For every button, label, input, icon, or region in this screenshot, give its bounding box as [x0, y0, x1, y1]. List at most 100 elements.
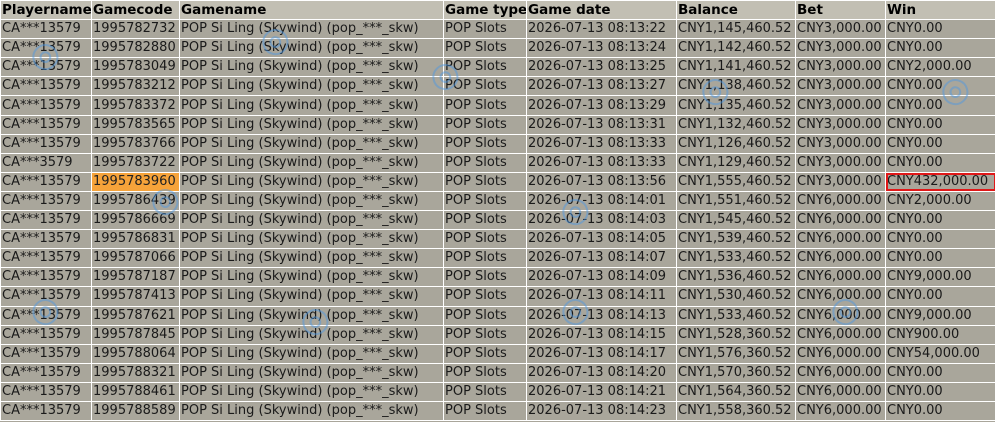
cell-gamecode: 1995782732 [92, 20, 179, 39]
cell-gamename: POP Si Ling (Skywind) (pop_***_skw) [180, 211, 443, 230]
table-row: CA***13579 1995782880 POP Si Ling (Skywind… [1, 39, 995, 58]
column-header-win: Win [886, 1, 995, 20]
cell-bet: CNY3,000.00 [796, 39, 885, 58]
cell-win: CNY2,000.00 [886, 191, 995, 211]
table-row: CA***13579 1995787066 POP Si Ling (Skywind… [1, 249, 995, 268]
cell-game-date: 2026-07-13 08:14:09 [527, 268, 676, 287]
cell-gamecode: 1995787845 [92, 325, 179, 344]
cell-playername: CA***13579 [1, 20, 91, 39]
cell-balance: CNY1,533,460.52 [677, 306, 795, 325]
cell-gamecode: 1995786831 [92, 230, 179, 249]
cell-game-date: 2026-07-13 08:13:33 [527, 134, 676, 153]
cell-bet: CNY3,000.00 [796, 134, 885, 153]
cell-balance: CNY1,570,360.52 [677, 363, 795, 382]
cell-win: CNY432,000.00 [886, 172, 995, 191]
cell-game-type: POP Slots [444, 58, 526, 77]
cell-playername: CA***13579 [1, 306, 91, 325]
cell-balance: CNY1,142,460.52 [677, 39, 795, 58]
cell-win: CNY0.00 [886, 287, 995, 306]
cell-gamecode: 1995783565 [92, 115, 179, 134]
cell-game-date: 2026-07-13 08:13:24 [527, 39, 676, 58]
table-row: CA***13579 1995788461 POP Si Ling (Skywind… [1, 382, 995, 401]
cell-game-date: 2026-07-13 08:14:21 [527, 382, 676, 401]
cell-bet: CNY3,000.00 [796, 172, 885, 191]
cell-playername: CA***3579 [1, 153, 91, 172]
cell-playername: CA***13579 [1, 134, 91, 153]
cell-game-date: 2026-07-13 08:14:07 [527, 249, 676, 268]
cell-playername: CA***13579 [1, 39, 91, 58]
cell-bet: CNY6,000.00 [796, 230, 885, 249]
cell-gamename: POP Si Ling (Skywind) (pop_***_skw) [180, 287, 443, 306]
cell-bet: CNY3,000.00 [796, 115, 885, 134]
cell-game-date: 2026-07-13 08:13:25 [527, 58, 676, 77]
table-row: CA***13579 1995787413 POP Si Ling (Skywind… [1, 287, 995, 306]
cell-playername: CA***13579 [1, 325, 91, 344]
cell-gamename: POP Si Ling (Skywind) (pop_***_skw) [180, 306, 443, 325]
cell-playername: CA***13579 [1, 77, 91, 96]
column-header-bet: Bet [796, 1, 885, 20]
table-row: CA***13579 1995786831 POP Si Ling (Skywind… [1, 230, 995, 249]
cell-gamecode: 1995788064 [92, 344, 179, 363]
cell-playername: CA***13579 [1, 249, 91, 268]
cell-gamename: POP Si Ling (Skywind) (pop_***_skw) [180, 230, 443, 249]
cell-win: CNY9,000.00 [886, 306, 995, 325]
cell-balance: CNY1,551,460.52 [677, 191, 795, 211]
cell-gamecode: 1995783049 [92, 58, 179, 77]
table-row: CA***13579 1995783049 POP Si Ling (Skywind… [1, 58, 995, 77]
cell-playername: CA***13579 [1, 58, 91, 77]
cell-game-type: POP Slots [444, 77, 526, 96]
cell-playername: CA***13579 [1, 211, 91, 230]
cell-gamecode: 1995783372 [92, 96, 179, 115]
cell-game-type: POP Slots [444, 153, 526, 172]
cell-game-type: POP Slots [444, 134, 526, 153]
cell-balance: CNY1,558,360.52 [677, 401, 795, 421]
cell-gamename: POP Si Ling (Skywind) (pop_***_skw) [180, 96, 443, 115]
cell-game-date: 2026-07-13 08:13:33 [527, 153, 676, 172]
column-header-game-date: Game date [527, 1, 676, 20]
cell-balance: CNY1,564,360.52 [677, 382, 795, 401]
table-row: CA***3579 1995783722 POP Si Ling (Skywind)… [1, 153, 995, 172]
table-row: CA***13579 1995786669 POP Si Ling (Skywind… [1, 211, 995, 230]
cell-bet: CNY6,000.00 [796, 287, 885, 306]
cell-bet: CNY6,000.00 [796, 306, 885, 325]
cell-playername: CA***13579 [1, 401, 91, 421]
cell-gamecode: 1995786669 [92, 211, 179, 230]
column-header-gamename: Gamename [180, 1, 443, 20]
cell-win: CNY0.00 [886, 363, 995, 382]
cell-win: CNY0.00 [886, 249, 995, 268]
table-body: CA***13579 1995782732 POP Si Ling (Skywind… [1, 20, 995, 421]
cell-balance: CNY1,132,460.52 [677, 115, 795, 134]
cell-gamecode: 1995783722 [92, 153, 179, 172]
cell-game-type: POP Slots [444, 172, 526, 191]
cell-gamecode: 1995783766 [92, 134, 179, 153]
cell-balance: CNY1,528,360.52 [677, 325, 795, 344]
table-row: CA***13579 1995788321 POP Si Ling (Skywind… [1, 363, 995, 382]
cell-game-date: 2026-07-13 08:14:03 [527, 211, 676, 230]
table-row: CA***13579 1995787845 POP Si Ling (Skywind… [1, 325, 995, 344]
cell-balance: CNY1,141,460.52 [677, 58, 795, 77]
cell-bet: CNY6,000.00 [796, 325, 885, 344]
table-row: CA***13579 1995788064 POP Si Ling (Skywind… [1, 344, 995, 363]
cell-playername: CA***13579 [1, 230, 91, 249]
cell-win: CNY0.00 [886, 96, 995, 115]
cell-playername: CA***13579 [1, 363, 91, 382]
cell-playername: CA***13579 [1, 96, 91, 115]
cell-game-date: 2026-07-13 08:13:29 [527, 96, 676, 115]
cell-game-type: POP Slots [444, 115, 526, 134]
table-row: CA***13579 1995783565 POP Si Ling (Skywind… [1, 115, 995, 134]
table-row: CA***13579 1995786439 POP Si Ling (Skywind… [1, 191, 995, 211]
cell-gamename: POP Si Ling (Skywind) (pop_***_skw) [180, 58, 443, 77]
cell-balance: CNY1,576,360.52 [677, 344, 795, 363]
cell-playername: CA***13579 [1, 344, 91, 363]
cell-gamecode: 1995788589 [92, 401, 179, 421]
column-header-gamecode: Gamecode [92, 1, 179, 20]
cell-game-type: POP Slots [444, 287, 526, 306]
cell-win: CNY2,000.00 [886, 58, 995, 77]
cell-win: CNY9,000.00 [886, 268, 995, 287]
cell-gamename: POP Si Ling (Skywind) (pop_***_skw) [180, 382, 443, 401]
cell-playername: CA***13579 [1, 382, 91, 401]
cell-game-date: 2026-07-13 08:14:05 [527, 230, 676, 249]
cell-gamename: POP Si Ling (Skywind) (pop_***_skw) [180, 39, 443, 58]
header-row: Playername Gamecode Gamename Game type Game … [1, 1, 995, 20]
cell-game-type: POP Slots [444, 344, 526, 363]
